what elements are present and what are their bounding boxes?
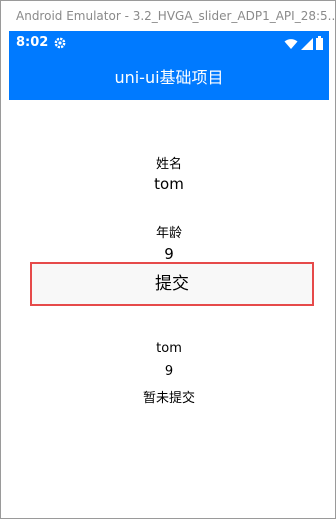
status-time: 8:02 [16, 35, 49, 50]
age-field[interactable]: 9 [9, 245, 329, 263]
submit-status: 暂未提交 [142, 391, 195, 406]
status-icons [284, 36, 323, 50]
emulator-window: Android Emulator - 3.2_HVGA_slider_ADP1_… [0, 0, 336, 519]
window-title: Android Emulator - 3.2_HVGA_slider_ADP1_… [1, 1, 335, 31]
status-bar: 8:02 [9, 31, 329, 55]
page-content: 姓名 tom 年龄 9 提交 tom 9 暂未提交 [9, 100, 329, 512]
result-name: tom [156, 341, 182, 356]
gear-icon [54, 37, 66, 49]
wifi-icon [284, 39, 298, 49]
battery-icon [316, 36, 323, 50]
submit-button[interactable]: 提交 [30, 262, 314, 306]
name-label: 姓名 [155, 157, 182, 172]
device-screen: 8:02 uni-ui基础项目 姓名 tom 年龄 9 提交 tom 9 暂未提… [9, 31, 329, 512]
page-title: uni-ui基础项目 [114, 68, 224, 87]
name-field[interactable]: tom [9, 175, 329, 193]
age-label: 年龄 [155, 226, 182, 241]
result-age: 9 [164, 364, 174, 379]
navigation-bar: uni-ui基础项目 [9, 55, 329, 100]
signal-icon [301, 38, 313, 50]
